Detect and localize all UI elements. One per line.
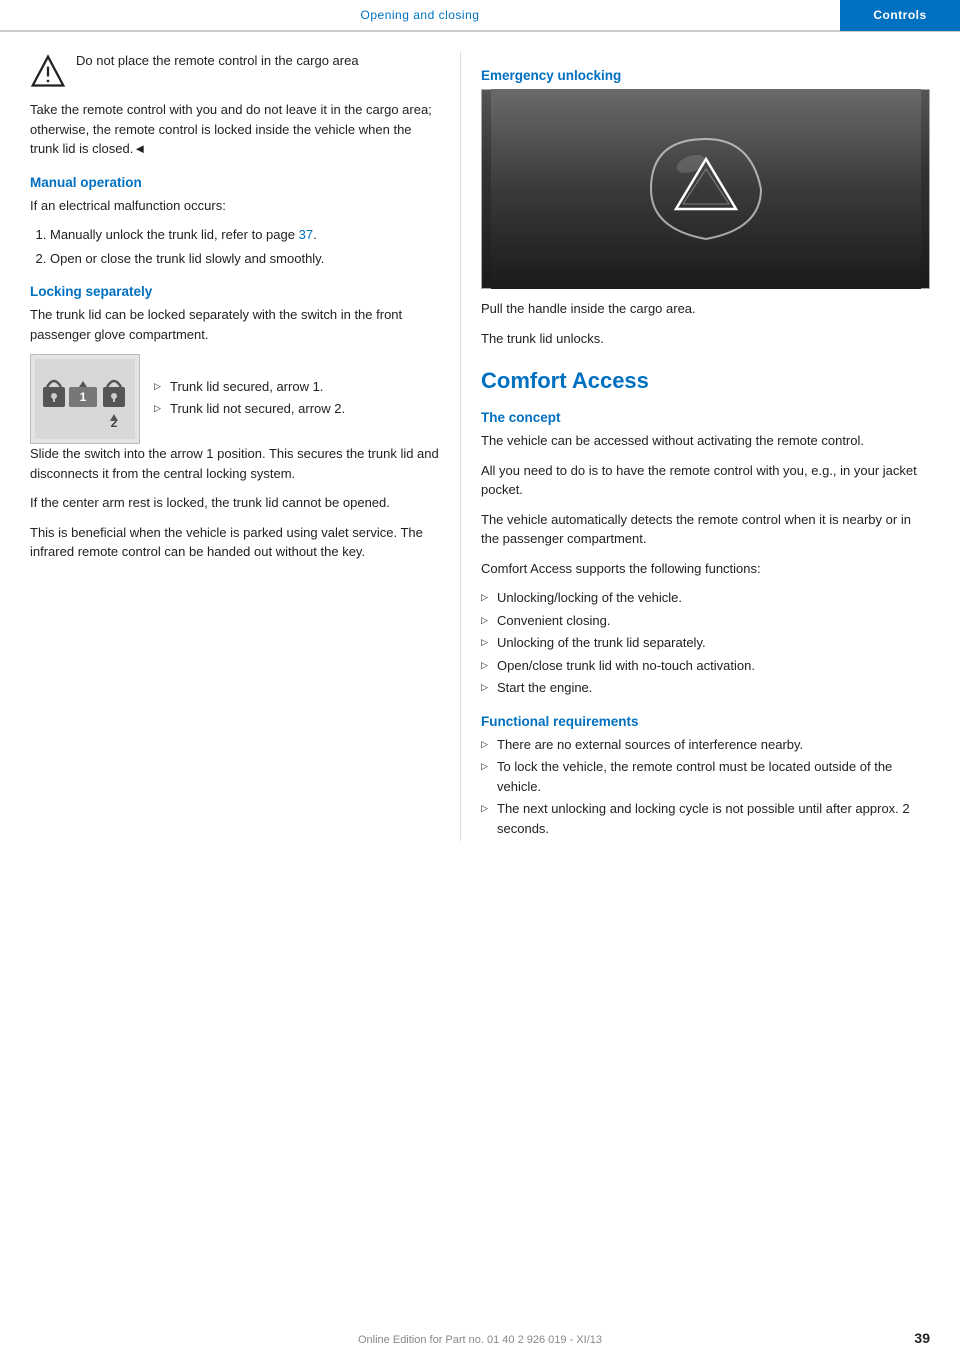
concept-para-3: The vehicle automatically detects the re… (481, 510, 930, 549)
right-column: Emergency unlocking (460, 52, 960, 841)
slide-text-3: This is beneficial when the vehicle is p… (30, 523, 440, 562)
comfort-access-heading: Comfort Access (481, 368, 930, 394)
step-2-text: Open or close the trunk lid slowly and s… (50, 251, 324, 266)
emergency-unlocking-section: Emergency unlocking (481, 68, 930, 348)
func-bullet-1: There are no external sources of interfe… (481, 735, 930, 755)
left-column: Do not place the remote control in the c… (0, 52, 460, 841)
functional-requirements-bullets: There are no external sources of interfe… (481, 735, 930, 839)
func-bullet-2: To lock the vehicle, the remote control … (481, 757, 930, 796)
emergency-image (481, 89, 930, 289)
concept-bullet-2: Convenient closing. (481, 611, 930, 631)
emergency-unlocking-heading: Emergency unlocking (481, 68, 930, 83)
step-1: Manually unlock the trunk lid, refer to … (50, 225, 440, 245)
concept-section: The concept The vehicle can be accessed … (481, 410, 930, 698)
emergency-desc-1: Pull the handle inside the cargo area. (481, 299, 930, 319)
concept-bullet-3: Unlocking of the trunk lid separately. (481, 633, 930, 653)
concept-para-4: Comfort Access supports the following fu… (481, 559, 930, 579)
opening-closing-label: Opening and closing (361, 8, 480, 22)
switch-bullet-list: Trunk lid secured, arrow 1. Trunk lid no… (154, 377, 345, 419)
main-content: Do not place the remote control in the c… (0, 32, 960, 841)
locking-separately-desc: The trunk lid can be locked separately w… (30, 305, 440, 344)
step-2: Open or close the trunk lid slowly and s… (50, 249, 440, 269)
func-bullet-3: The next unlocking and locking cycle is … (481, 799, 930, 838)
controls-label: Controls (873, 8, 926, 22)
svg-text:1: 1 (80, 390, 87, 404)
manual-operation-steps: Manually unlock the trunk lid, refer to … (50, 225, 440, 268)
header-section-right: Controls (840, 0, 960, 31)
warning-icon (30, 54, 66, 90)
manual-operation-desc: If an electrical malfunction occurs: (30, 196, 440, 216)
switch-image: 1 2 (30, 354, 140, 444)
page-link-37[interactable]: 37 (299, 227, 313, 242)
warning-box: Do not place the remote control in the c… (30, 52, 440, 90)
functional-requirements-section: Functional requirements There are no ext… (481, 714, 930, 839)
concept-bullets: Unlocking/locking of the vehicle. Conven… (481, 588, 930, 698)
concept-para-2: All you need to do is to have the remote… (481, 461, 930, 500)
warning-text: Do not place the remote control in the c… (76, 52, 359, 70)
bullet-not-secured: Trunk lid not secured, arrow 2. (154, 399, 345, 419)
concept-para-1: The vehicle can be accessed without acti… (481, 431, 930, 451)
page-header: Opening and closing Controls (0, 0, 960, 32)
concept-bullet-5: Start the engine. (481, 678, 930, 698)
step-1-text: Manually unlock the trunk lid, refer to … (50, 227, 317, 242)
manual-operation-section: Manual operation If an electrical malfun… (30, 175, 440, 269)
emergency-desc-2: The trunk lid unlocks. (481, 329, 930, 349)
bullet-secured: Trunk lid secured, arrow 1. (154, 377, 345, 397)
switch-image-row: 1 2 Trunk lid secured, arrow 1 (30, 354, 440, 444)
slide-text-2: If the center arm rest is locked, the tr… (30, 493, 440, 513)
functional-requirements-heading: Functional requirements (481, 714, 930, 729)
comfort-access-section: Comfort Access The concept The vehicle c… (481, 368, 930, 838)
intro-paragraph: Take the remote control with you and do … (30, 100, 440, 159)
locking-separately-section: Locking separately The trunk lid can be … (30, 284, 440, 562)
concept-bullet-4: Open/close trunk lid with no-touch activ… (481, 656, 930, 676)
switch-bullets: Trunk lid secured, arrow 1. Trunk lid no… (154, 377, 345, 422)
page-number: 39 (914, 1330, 930, 1346)
locking-separately-heading: Locking separately (30, 284, 440, 299)
concept-heading: The concept (481, 410, 930, 425)
footer-text: Online Edition for Part no. 01 40 2 926 … (358, 1334, 602, 1346)
concept-bullet-1: Unlocking/locking of the vehicle. (481, 588, 930, 608)
footer: Online Edition for Part no. 01 40 2 926 … (0, 1334, 960, 1346)
manual-operation-heading: Manual operation (30, 175, 440, 190)
slide-text-1: Slide the switch into the arrow 1 positi… (30, 444, 440, 483)
header-section-left: Opening and closing (0, 8, 840, 22)
